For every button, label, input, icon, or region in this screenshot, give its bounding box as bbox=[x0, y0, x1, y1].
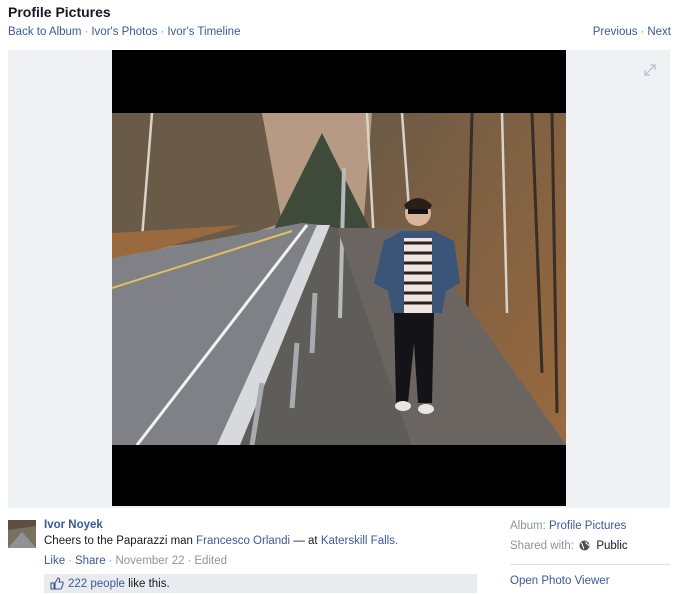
action-separator: · bbox=[68, 555, 72, 567]
likes-bar: 222 people like this. bbox=[44, 574, 477, 593]
caption-text: Cheers to the Paparazzi man bbox=[44, 535, 193, 547]
photo-nav: Previous · Next bbox=[593, 26, 671, 38]
privacy-selector[interactable]: Public bbox=[596, 540, 627, 552]
owner-name-link[interactable]: Ivor Noyek bbox=[44, 519, 103, 531]
privacy-row: Shared with: Public bbox=[510, 540, 628, 552]
likes-count-link[interactable]: 222 people bbox=[68, 578, 125, 590]
ivors-photos-link[interactable]: Ivor's Photos bbox=[91, 26, 157, 38]
album-link[interactable]: Profile Pictures bbox=[549, 520, 626, 532]
photo-caption: Cheers to the Paparazzi man Francesco Or… bbox=[44, 535, 398, 547]
photo-sidebar: Album: Profile Pictures Shared with: Pub… bbox=[510, 518, 670, 594]
page-title: Profile Pictures bbox=[8, 4, 111, 20]
expand-icon[interactable] bbox=[644, 64, 656, 76]
album-label: Album: bbox=[510, 520, 546, 532]
like-button[interactable]: Like bbox=[44, 555, 65, 567]
photo[interactable] bbox=[112, 50, 566, 506]
location-prefix: — at bbox=[293, 535, 318, 547]
back-to-album-link[interactable]: Back to Album bbox=[8, 26, 82, 38]
avatar-thumbnail-icon bbox=[8, 520, 36, 548]
share-button[interactable]: Share bbox=[75, 555, 106, 567]
breadcrumb-separator: · bbox=[84, 26, 89, 38]
tagged-person-link[interactable]: Francesco Orlandi bbox=[196, 535, 290, 547]
open-photo-viewer-link[interactable]: Open Photo Viewer bbox=[510, 575, 610, 587]
photo-stage bbox=[8, 50, 670, 508]
action-separator: · bbox=[108, 555, 113, 567]
photo-scene bbox=[112, 113, 566, 445]
likes-suffix: like this. bbox=[128, 577, 170, 590]
globe-icon bbox=[579, 540, 590, 551]
album-row: Album: Profile Pictures bbox=[510, 520, 626, 532]
edited-label[interactable]: Edited bbox=[194, 555, 227, 567]
previous-link[interactable]: Previous bbox=[593, 26, 638, 38]
post-date[interactable]: November 22 bbox=[115, 555, 184, 567]
breadcrumb: Back to Album · Ivor's Photos · Ivor's Timel… bbox=[8, 26, 240, 38]
owner-avatar[interactable] bbox=[8, 520, 36, 548]
nav-separator: · bbox=[640, 26, 645, 38]
location-link[interactable]: Katerskill Falls. bbox=[321, 535, 398, 547]
post-details: Ivor Noyek Cheers to the Paparazzi man F… bbox=[8, 518, 478, 594]
breadcrumb-separator: · bbox=[160, 26, 165, 38]
thumbs-up-icon bbox=[50, 577, 64, 590]
ivors-timeline-link[interactable]: Ivor's Timeline bbox=[167, 26, 240, 38]
next-link[interactable]: Next bbox=[647, 26, 671, 38]
shared-with-label: Shared with: bbox=[510, 540, 574, 552]
post-actions: Like · Share · November 22 · Edited bbox=[44, 555, 227, 567]
sidebar-divider bbox=[510, 564, 670, 565]
action-separator: · bbox=[187, 555, 192, 567]
